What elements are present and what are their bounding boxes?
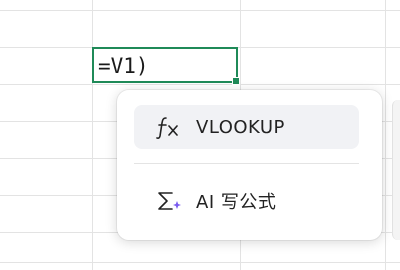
- suggestion-label: VLOOKUP: [196, 116, 285, 138]
- active-cell[interactable]: =V1): [92, 47, 240, 85]
- cell-formula-text[interactable]: =V1): [98, 52, 149, 80]
- formula-suggestion-popup: VLOOKUP AI 写公式: [117, 90, 382, 240]
- grid-row-line: [0, 84, 400, 85]
- sigma-sparkle-icon: [158, 192, 181, 210]
- grid-column-line: [92, 0, 93, 270]
- side-panel-edge: [392, 100, 400, 240]
- grid-row-line: [0, 262, 400, 263]
- suggestion-ai-write-formula[interactable]: AI 写公式: [134, 179, 359, 223]
- suggestion-label: AI 写公式: [196, 192, 277, 213]
- grid-row-line: [0, 10, 400, 11]
- popup-divider: [134, 163, 359, 164]
- fill-handle[interactable]: [232, 77, 240, 85]
- suggestion-vlookup[interactable]: VLOOKUP: [134, 105, 359, 149]
- grid-column-line: [385, 0, 386, 270]
- function-fx-icon: [156, 117, 178, 139]
